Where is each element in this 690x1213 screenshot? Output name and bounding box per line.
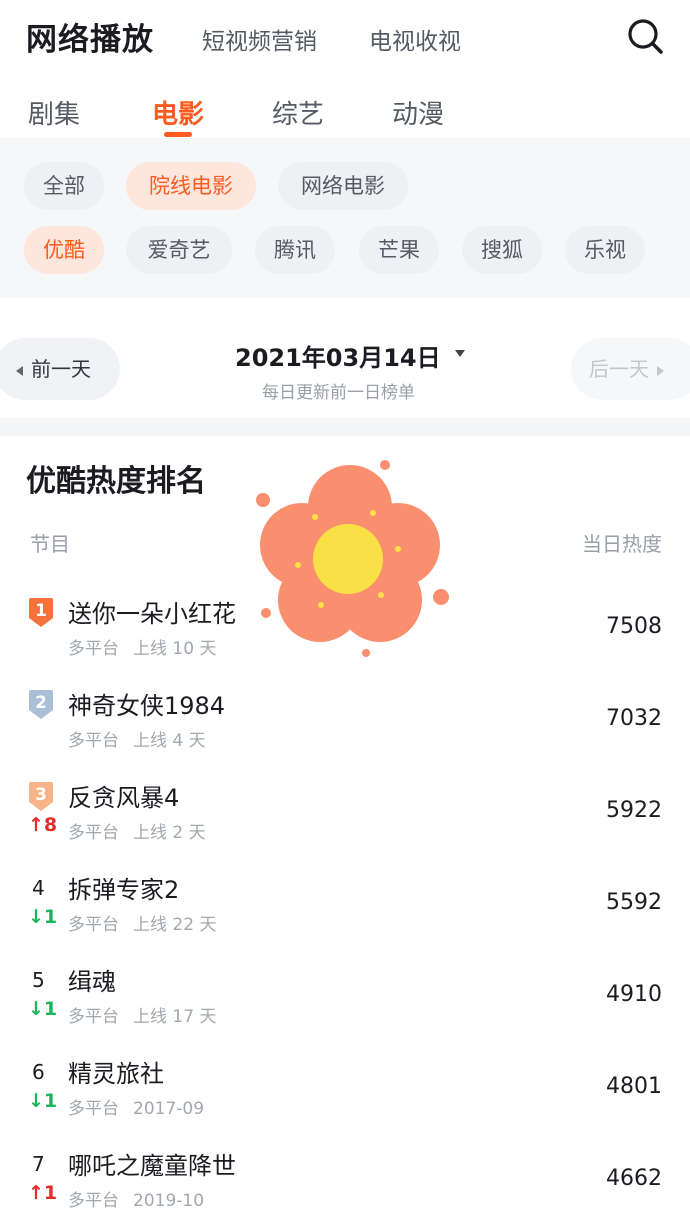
tab-variety[interactable]: 综艺 [272,94,324,131]
movie-title[interactable]: 送你一朵小红花 [68,594,236,629]
ranking-title: 优酷热度排名 [26,464,206,499]
chip-iqiyi[interactable]: 爱奇艺 [126,226,232,274]
tab-movies[interactable]: 电影 [152,94,204,131]
release-info: 2019-10 [133,1191,205,1211]
release-info: 上线 17 天 [133,1007,217,1027]
rank-number: 4 [32,876,45,900]
nav-tv-ratings[interactable]: 电视收视 [369,22,461,56]
column-header-program: 节目 [30,532,70,556]
heat-value: 4910 [606,982,662,1007]
chip-theatrical[interactable]: 院线电影 [126,162,256,210]
column-header-heat: 当日热度 [582,532,662,556]
heat-value: 5592 [606,890,662,915]
heat-value: 5922 [606,798,662,823]
ranking-row[interactable]: 3 ↑8 反贪风暴4 多平台 上线 2 天 5922 [0,774,690,866]
platform-label: 多平台 [68,1191,119,1211]
ranking-row[interactable]: 5 ↓1 缉魂多平台 上线 17 天 4910 [0,958,690,1050]
platform-label: 多平台 [68,823,119,843]
rank-change: ↓1 [28,1090,58,1112]
search-icon[interactable] [626,17,666,57]
chip-letv[interactable]: 乐视 [565,226,645,274]
heat-value: 7508 [606,614,662,639]
release-info: 上线 22 天 [133,915,217,935]
chip-sohu[interactable]: 搜狐 [462,226,542,274]
category-tabs: 剧集 电影 综艺 动漫 [0,82,690,138]
platform-label: 多平台 [68,731,119,751]
rank-badge-icon: 3 [28,782,54,812]
movie-meta: 多平台 2017-09 [68,1094,204,1119]
movie-meta: 多平台 上线 2 天 [68,818,206,843]
rank-change: ↑8 [28,814,58,836]
chip-all[interactable]: 全部 [24,162,104,210]
caret-right-icon [657,365,664,376]
prev-day-button[interactable]: 前一天 [0,338,120,400]
ranking-row[interactable]: 6 ↓1 精灵旅社多平台 2017-09 4801 [0,1050,690,1142]
date-navigation: 前一天 2021年03月14日 每日更新前一日榜单 后一天 [0,318,690,418]
platform-label: 多平台 [68,1099,119,1119]
ranking-row[interactable]: 2 神奇女侠1984 多平台 上线 4 天 7032 [0,682,690,774]
top-header: 网络播放 短视频营销 电视收视 [0,0,690,76]
filter-panel: 全部 院线电影 网络电影 优酷 爱奇艺 腾讯 芒果 搜狐 乐视 [0,138,690,298]
heat-value: 4662 [606,1166,662,1191]
ranking-row[interactable]: 7 ↑1 哪吒之魔童降世多平台 2019-10 4662 [0,1142,690,1213]
tab-series[interactable]: 剧集 [28,94,80,131]
nav-short-video-marketing[interactable]: 短视频营销 [202,22,317,56]
release-info: 2017-09 [133,1099,205,1119]
movie-title[interactable]: 哪吒之魔童降世 [68,1146,236,1181]
movie-title[interactable]: 神奇女侠1984 [68,686,225,721]
date-selector[interactable]: 2021年03月14日 [235,338,441,373]
movie-meta: 多平台 上线 22 天 [68,910,216,935]
rank-change: ↑1 [28,1182,58,1204]
date-subtitle: 每日更新前一日榜单 [262,383,415,403]
next-day-button[interactable]: 后一天 [571,338,690,400]
rank-number: 7 [32,1152,45,1176]
rank-number: 3 [35,785,47,805]
chip-web-movie[interactable]: 网络电影 [278,162,408,210]
next-day-label: 后一天 [589,357,649,381]
caret-down-icon[interactable] [455,350,465,357]
rank-change: ↓1 [28,906,58,928]
rank-badge-icon: 2 [28,690,54,720]
tab-anime[interactable]: 动漫 [392,94,444,131]
caret-left-icon [16,365,23,376]
release-info: 上线 4 天 [133,731,206,751]
rank-number: 1 [35,601,47,621]
heat-value: 4801 [606,1074,662,1099]
heat-value: 7032 [606,706,662,731]
movie-title[interactable]: 反贪风暴4 [68,778,179,813]
release-info: 上线 10 天 [133,639,217,659]
platform-label: 多平台 [68,915,119,935]
app-title: 网络播放 [26,22,154,58]
chip-tencent[interactable]: 腾讯 [255,226,335,274]
movie-title[interactable]: 缉魂 [68,962,116,997]
rank-number: 6 [32,1060,45,1084]
release-info: 上线 2 天 [133,823,206,843]
movie-meta: 多平台 上线 10 天 [68,634,216,659]
active-tab-indicator [164,132,192,137]
section-divider [0,418,690,436]
chip-mango[interactable]: 芒果 [359,226,439,274]
rank-number: 5 [32,968,45,992]
movie-title[interactable]: 精灵旅社 [68,1054,164,1089]
platform-label: 多平台 [68,639,119,659]
movie-meta: 多平台 上线 4 天 [68,726,206,751]
flower-sticker [248,455,458,665]
chip-youku[interactable]: 优酷 [24,226,104,274]
movie-meta: 多平台 2019-10 [68,1186,204,1211]
prev-day-label: 前一天 [31,357,91,381]
movie-title[interactable]: 拆弹专家2 [68,870,179,905]
rank-number: 2 [35,693,47,713]
rank-badge-icon: 1 [28,598,54,628]
ranking-row[interactable]: 4 ↓1 拆弹专家2 多平台 上线 22 天 5592 [0,866,690,958]
movie-meta: 多平台 上线 17 天 [68,1002,216,1027]
platform-label: 多平台 [68,1007,119,1027]
rank-change: ↓1 [28,998,58,1020]
